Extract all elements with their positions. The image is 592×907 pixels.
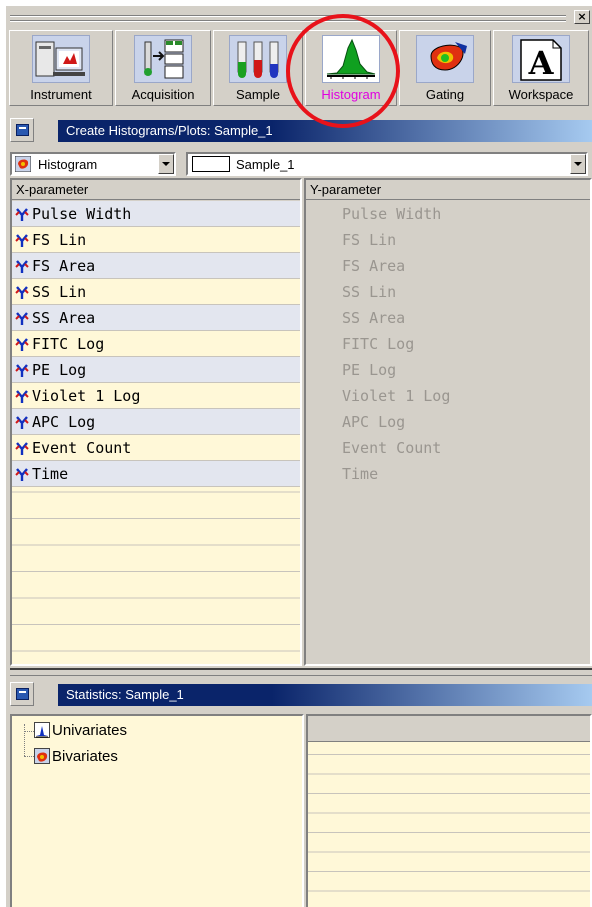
list-item: APC Log <box>342 413 406 431</box>
list-item[interactable]: Pulse Width <box>12 201 300 227</box>
highlight-circle <box>286 14 400 128</box>
toolbar-button-workspace[interactable]: A Workspace <box>493 30 589 106</box>
close-button[interactable]: × <box>574 10 590 24</box>
x-parameter-list[interactable]: X-parameter Pulse Width FS Lin FS Area S… <box>10 178 302 666</box>
list-item: Time <box>342 465 379 483</box>
x-parameter-rows: Pulse Width FS Lin FS Area SS Lin SS Are… <box>12 201 300 664</box>
toolbar-button-instrument[interactable]: Instrument <box>9 30 113 106</box>
histogram-small-icon <box>15 156 31 172</box>
list-item: SS Area <box>342 309 406 327</box>
univariate-icon <box>34 722 50 738</box>
workspace-icon: A <box>512 35 570 83</box>
list-item[interactable]: Event Count <box>12 435 300 461</box>
sample-dropdown[interactable]: Sample_1 <box>186 152 588 176</box>
list-item[interactable]: FS Area <box>12 253 300 279</box>
antibody-icon <box>15 390 29 403</box>
y-parameter-header: Y-parameter <box>306 180 590 200</box>
x-parameter-label: FS Lin <box>32 231 87 249</box>
histogram-panel-titlebar: Create Histograms/Plots: Sample_1 <box>10 118 592 144</box>
drag-grip[interactable] <box>10 12 566 26</box>
bivariate-icon <box>34 748 50 764</box>
x-parameter-label: Pulse Width <box>32 205 132 223</box>
tree-line <box>24 724 25 756</box>
x-parameter-label: FS Area <box>32 257 96 275</box>
antibody-icon <box>15 234 29 247</box>
instrument-icon <box>32 35 90 83</box>
statistics-panel-titlebar: Statistics: Sample_1 <box>10 682 592 708</box>
antibody-icon <box>15 468 29 481</box>
tree-item-label: Univariates <box>52 722 128 739</box>
toolbar-label: Workspace <box>508 87 574 102</box>
panel-title: Statistics: Sample_1 <box>58 684 592 706</box>
toolbar-label: Instrument <box>30 87 92 102</box>
grip-line <box>10 20 566 22</box>
list-item[interactable]: SS Lin <box>12 279 300 305</box>
acquisition-icon <box>134 35 192 83</box>
antibody-icon <box>15 416 29 429</box>
x-parameter-label: Violet 1 Log <box>32 387 141 405</box>
chevron-down-icon[interactable] <box>570 154 586 174</box>
x-parameter-header: X-parameter <box>12 180 300 200</box>
list-item[interactable]: PE Log <box>12 357 300 383</box>
list-item: FITC Log <box>342 335 415 353</box>
toolbar-label: Gating <box>425 87 465 102</box>
plot-type-dropdown[interactable]: Histogram <box>10 152 176 176</box>
statistics-results-grid <box>306 714 592 907</box>
statistics-tree: Univariates Bivariates <box>10 714 304 907</box>
histogram-tool-window: × Instrument Acquisition Sample Histogra… <box>6 6 592 907</box>
x-parameter-label: SS Area <box>32 309 96 327</box>
list-item[interactable]: SS Area <box>12 305 300 331</box>
close-icon: × <box>577 10 587 23</box>
antibody-icon <box>15 442 29 455</box>
list-item: PE Log <box>342 361 397 379</box>
panel-toggle-button[interactable] <box>10 118 34 142</box>
list-item[interactable]: APC Log <box>12 409 300 435</box>
list-item: FS Area <box>342 257 406 275</box>
y-parameter-list[interactable]: Y-parameter Pulse Width FS Lin FS Area S… <box>304 178 592 666</box>
sample-tubes-icon <box>229 35 287 83</box>
toolbar-label: Acquisition <box>131 87 195 102</box>
list-item: Event Count <box>342 439 442 457</box>
x-parameter-label: Event Count <box>32 439 132 457</box>
panel-icon <box>16 688 29 700</box>
antibody-icon <box>15 312 29 325</box>
tree-item-univariates[interactable]: Univariates <box>34 720 127 742</box>
x-parameter-label: SS Lin <box>32 283 87 301</box>
grip-line <box>10 15 566 17</box>
x-parameter-label: FITC Log <box>32 335 105 353</box>
x-parameter-label: Time <box>32 465 69 483</box>
antibody-icon <box>15 286 29 299</box>
chevron-down-icon[interactable] <box>158 154 174 174</box>
antibody-icon <box>15 364 29 377</box>
panel-icon <box>16 124 29 136</box>
x-parameter-label: PE Log <box>32 361 87 379</box>
list-item: Violet 1 Log <box>342 387 451 405</box>
list-item[interactable]: Violet 1 Log <box>12 383 300 409</box>
tree-item-label: Bivariates <box>52 748 118 765</box>
antibody-icon <box>15 338 29 351</box>
tree-item-bivariates[interactable]: Bivariates <box>34 746 118 768</box>
list-item[interactable]: FS Lin <box>12 227 300 253</box>
antibody-icon <box>15 208 29 221</box>
list-item[interactable]: FITC Log <box>12 331 300 357</box>
plot-type-value: Histogram <box>38 157 98 172</box>
panel-toggle-button[interactable] <box>10 682 34 706</box>
grid-header <box>308 716 590 742</box>
panel-splitter[interactable] <box>10 668 592 676</box>
gating-icon <box>416 35 474 83</box>
x-parameter-label: APC Log <box>32 413 96 431</box>
antibody-icon <box>15 260 29 273</box>
sample-value: Sample_1 <box>236 157 295 172</box>
y-parameter-rows: Pulse Width FS Lin FS Area SS Lin SS Are… <box>306 201 590 664</box>
toolbar-button-gating[interactable]: Gating <box>399 30 491 106</box>
svg-text:A: A <box>528 44 555 82</box>
list-item: FS Lin <box>342 231 397 249</box>
color-swatch <box>192 156 230 172</box>
list-item[interactable]: Time <box>12 461 300 487</box>
toolbar-button-acquisition[interactable]: Acquisition <box>115 30 211 106</box>
list-item: SS Lin <box>342 283 397 301</box>
list-item: Pulse Width <box>342 205 442 223</box>
